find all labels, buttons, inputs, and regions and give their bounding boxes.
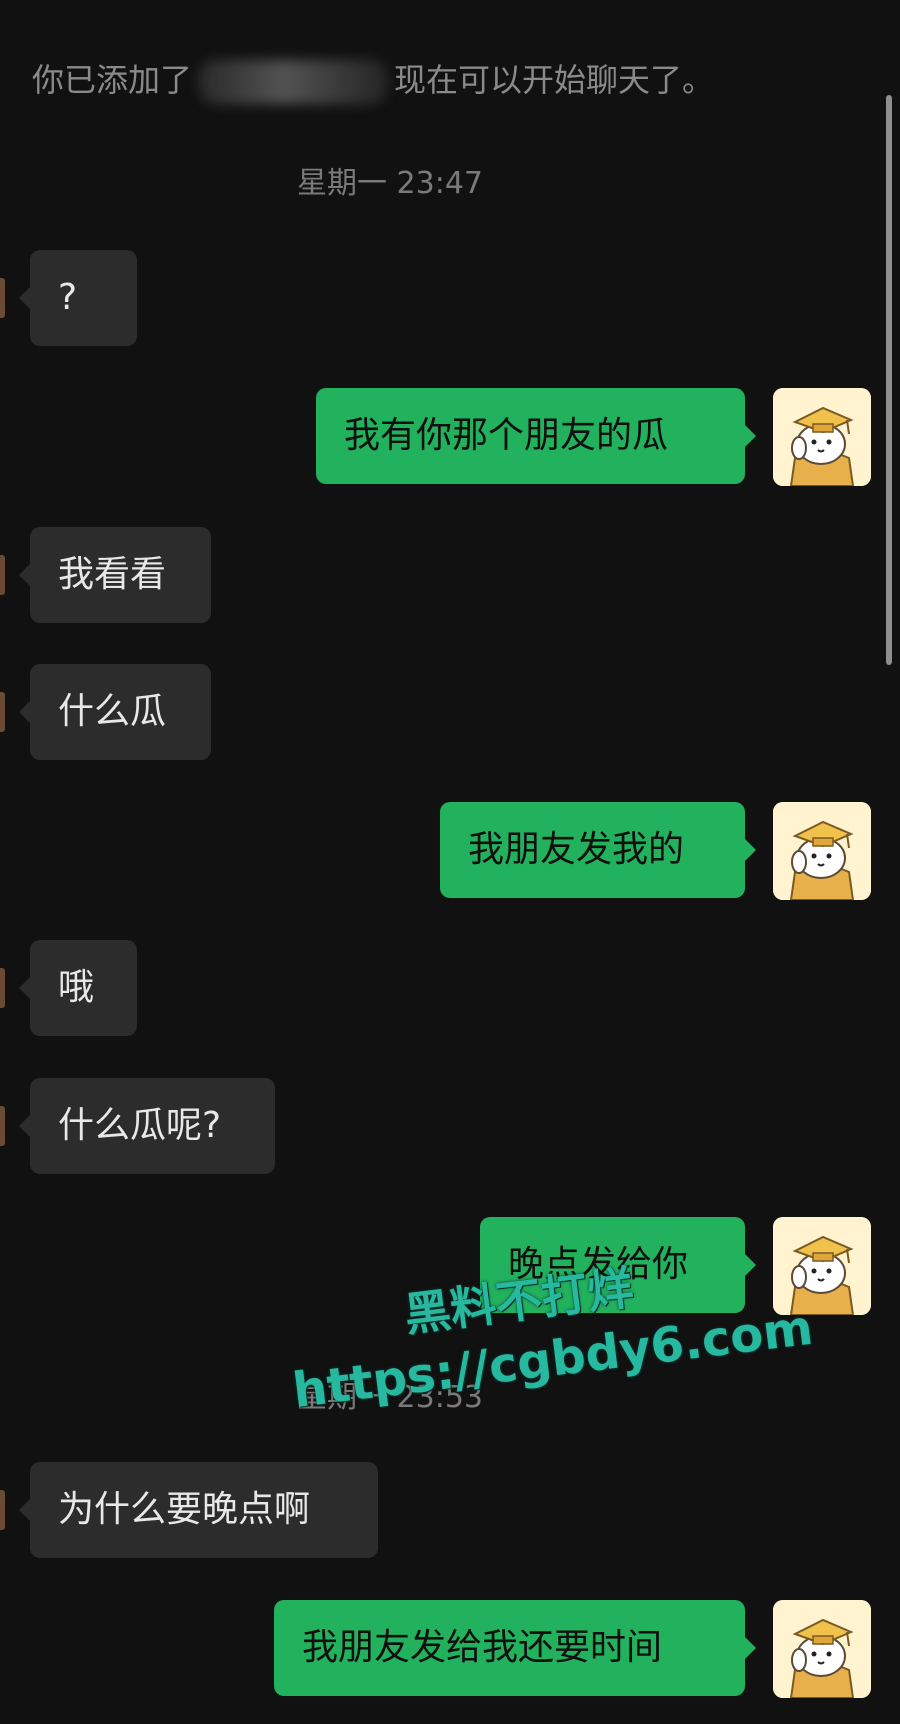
contact-avatar-edge[interactable] — [0, 555, 5, 595]
redacted-contact-name — [198, 60, 389, 104]
system-notice: 你已添加了 现在可以开始聊天了。 — [32, 52, 812, 108]
incoming-message-bubble[interactable]: ? — [19, 250, 137, 346]
incoming-message-bubble[interactable]: 什么瓜 — [19, 664, 211, 760]
outgoing-message-bubble[interactable]: 我朋友发我的 — [440, 802, 756, 898]
contact-avatar-edge[interactable] — [0, 692, 5, 732]
watermark: 黑料不打烊 https://cgbdy6.com — [282, 1237, 819, 1469]
outgoing-message-bubble[interactable]: 我有你那个朋友的瓜 — [316, 388, 756, 484]
timestamp: 星期一 23:47 — [297, 166, 483, 201]
contact-avatar-edge[interactable] — [0, 968, 5, 1008]
user-avatar[interactable] — [773, 802, 871, 900]
user-avatar[interactable] — [773, 1600, 871, 1698]
scrollbar[interactable] — [886, 95, 892, 665]
dog-avatar-icon — [773, 1600, 871, 1698]
contact-avatar-edge[interactable] — [0, 278, 5, 318]
system-notice-prefix: 你已添加了 — [32, 61, 193, 99]
incoming-message-bubble[interactable]: 为什么要晚点啊 — [19, 1462, 378, 1558]
user-avatar[interactable] — [773, 388, 871, 486]
dog-avatar-icon — [773, 388, 871, 486]
outgoing-message-bubble[interactable]: 我朋友发给我还要时间 — [274, 1600, 756, 1696]
incoming-message-bubble[interactable]: 我看看 — [19, 527, 211, 623]
dog-avatar-icon — [773, 802, 871, 900]
system-notice-suffix: 现在可以开始聊天了。 — [394, 61, 715, 99]
incoming-message-bubble[interactable]: 什么瓜呢? — [19, 1078, 275, 1174]
incoming-message-bubble[interactable]: 哦 — [19, 940, 137, 1036]
contact-avatar-edge[interactable] — [0, 1106, 5, 1146]
contact-avatar-edge[interactable] — [0, 1490, 5, 1530]
